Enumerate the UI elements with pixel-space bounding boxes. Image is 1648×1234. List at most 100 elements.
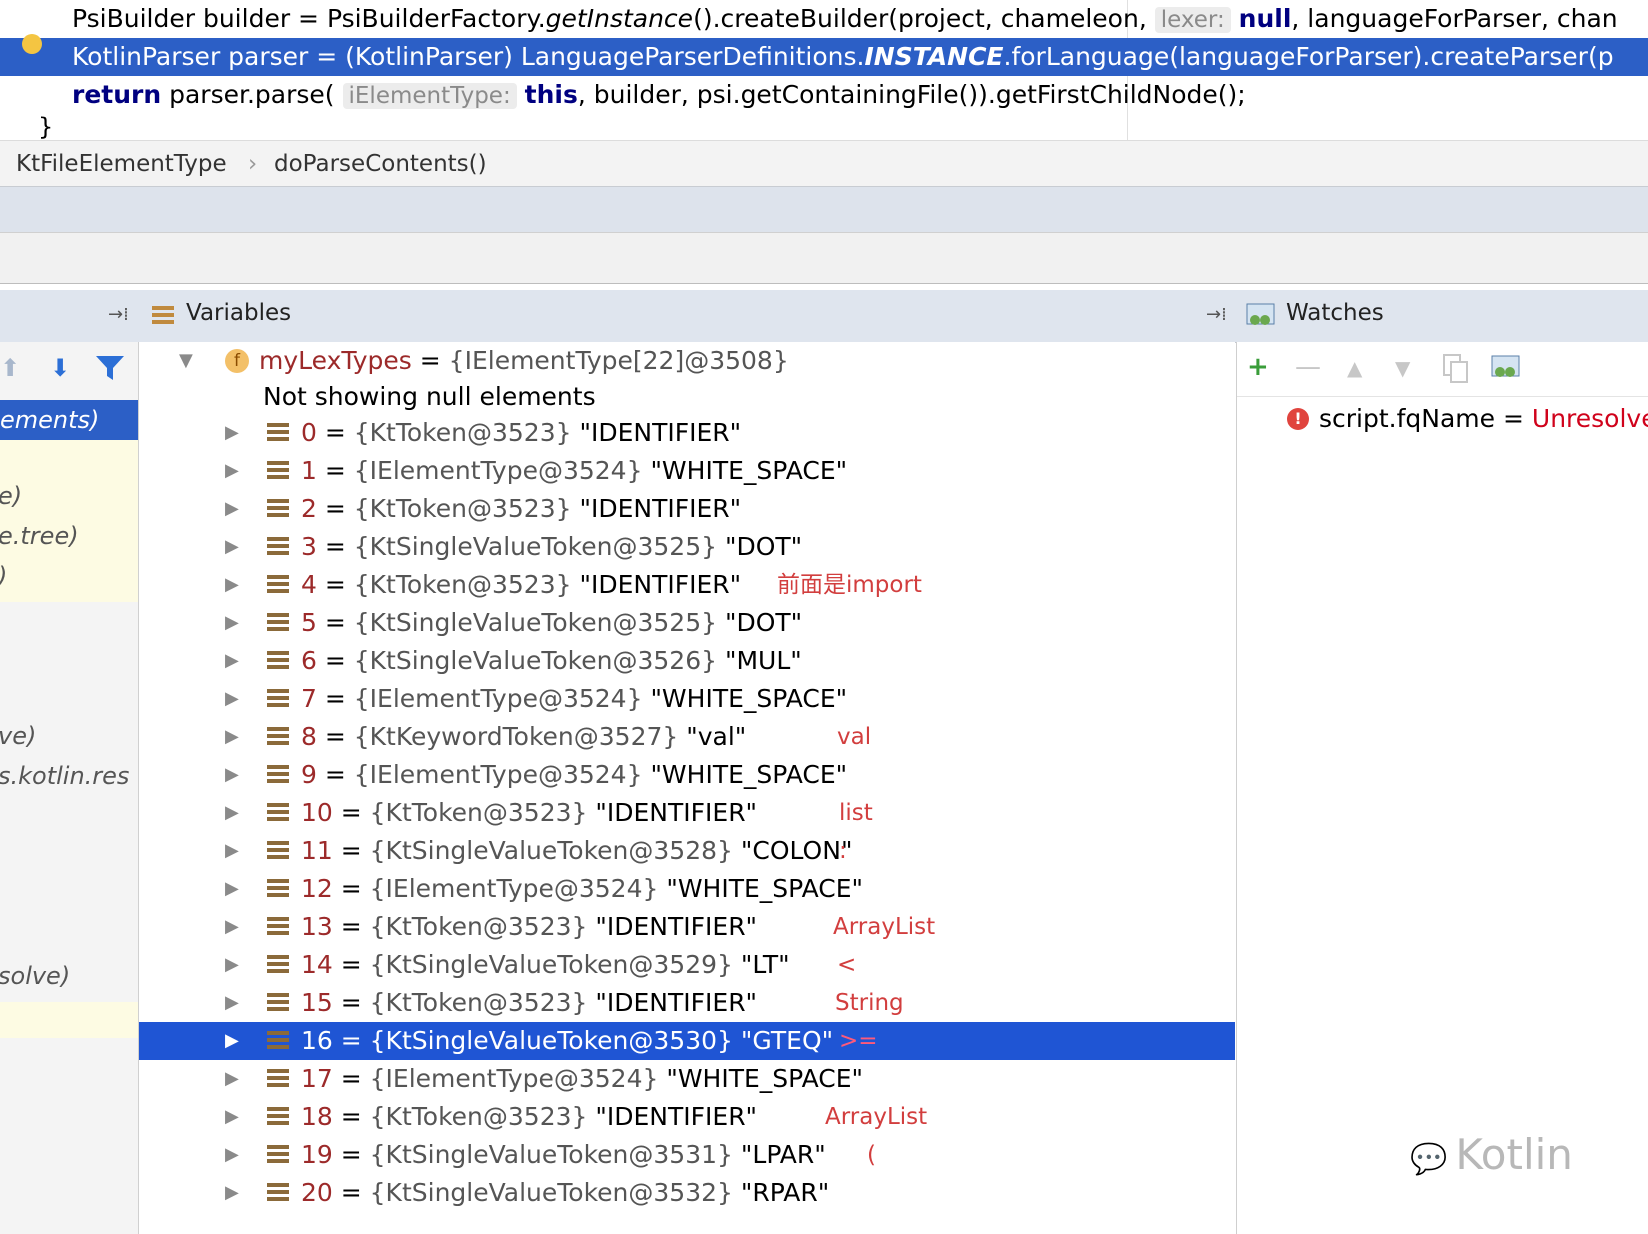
tree-row[interactable]: ▶ 4 = {KtToken@3523} "IDENTIFIER" 前面是impor… [139, 566, 1235, 604]
move-up-icon[interactable]: ▲ [1347, 356, 1362, 380]
code-line-1[interactable]: PsiBuilder builder = PsiBuilderFactory.g… [72, 0, 1618, 38]
row-index: 17 [301, 1064, 333, 1093]
code-text: ().createBuilder(project, chameleon, [693, 4, 1155, 33]
tree-row[interactable]: ▶ 1 = {IElementType@3524} "WHITE_SPACE" [139, 452, 1235, 490]
tree-row[interactable]: ▶ 0 = {KtToken@3523} "IDENTIFIER" [139, 414, 1235, 452]
tree-row[interactable]: ▶ 14 = {KtSingleValueToken@3529} "LT" < [139, 946, 1235, 984]
tree-row[interactable]: ▶ 5 = {KtSingleValueToken@3525} "DOT" [139, 604, 1235, 642]
var-value: {IElementType[22]@3508} [448, 346, 789, 375]
expand-triangle-icon[interactable]: ▶ [225, 870, 239, 908]
expand-triangle-icon[interactable]: ▶ [225, 832, 239, 870]
row-index: 13 [301, 912, 333, 941]
row-value: "WHITE_SPACE" [666, 874, 864, 903]
panel-headers: →⁞ Variables →⁞ Watches [0, 290, 1648, 343]
tree-row[interactable]: ▶ 2 = {KtToken@3523} "IDENTIFIER" [139, 490, 1235, 528]
breadcrumb: KtFileElementType › doParseContents() [0, 140, 1648, 187]
keyword: null [1238, 4, 1292, 33]
code-editor[interactable]: PsiBuilder builder = PsiBuilderFactory.g… [0, 0, 1648, 140]
frame-item[interactable]: s.kotlin.res [0, 762, 129, 790]
var-name: myLexTypes [259, 346, 412, 375]
expand-triangle-icon[interactable]: ▶ [225, 604, 239, 642]
tree-row[interactable]: ▶ 9 = {IElementType@3524} "WHITE_SPACE" [139, 756, 1235, 794]
row-index: 16 [301, 1026, 333, 1055]
expand-triangle-icon[interactable]: ▶ [225, 490, 239, 528]
expand-triangle-icon[interactable]: ▶ [225, 680, 239, 718]
up-arrow-icon[interactable]: ⬆ [0, 354, 20, 382]
tree-row[interactable]: ▶ 19 = {KtSingleValueToken@3531} "LPAR"( [139, 1136, 1235, 1174]
variables-tree[interactable]: ▼ f myLexTypes = {IElementType[22]@3508}… [139, 342, 1235, 1234]
expand-triangle-icon[interactable]: ▶ [225, 756, 239, 794]
tree-row[interactable]: ▶ 11 = {KtSingleValueToken@3528} "COLON": [139, 832, 1235, 870]
pin-icon[interactable]: →⁞ [108, 304, 129, 325]
expand-triangle-icon[interactable]: ▶ [225, 1022, 239, 1060]
expand-triangle-icon[interactable]: ▶ [225, 794, 239, 832]
array-icon [267, 499, 289, 519]
watches-panel: + — ▲ ▼ ! script.fqName = Unresolve [1236, 342, 1648, 1234]
expand-triangle-icon[interactable]: ▶ [225, 414, 239, 452]
row-index: 11 [301, 836, 333, 865]
code-line-4[interactable]: } [38, 112, 53, 140]
tree-row[interactable]: ▶ 15 = {KtToken@3523} "IDENTIFIER" String [139, 984, 1235, 1022]
array-icon [267, 993, 289, 1013]
row-value: "LT" [740, 950, 790, 979]
row-index: 6 [301, 646, 317, 675]
frame-item[interactable]: e.tree) [0, 522, 79, 550]
breadcrumb-method[interactable]: doParseContents() [274, 151, 487, 177]
array-icon [267, 879, 289, 899]
tree-row[interactable]: ▶ 7 = {IElementType@3524} "WHITE_SPACE" [139, 680, 1235, 718]
expand-triangle-icon[interactable]: ▶ [225, 1060, 239, 1098]
frame-item[interactable]: solve) [0, 962, 70, 990]
array-icon [267, 841, 289, 861]
frame-item[interactable]: ve) [0, 722, 36, 750]
expand-triangle-icon[interactable]: ▶ [225, 528, 239, 566]
row-value: "IDENTIFIER" [579, 418, 742, 447]
pin-icon[interactable]: →⁞ [1206, 304, 1227, 325]
row-type: {KtToken@3523} [369, 912, 588, 941]
expand-triangle-icon[interactable]: ▶ [225, 984, 239, 1022]
expand-triangle-icon[interactable]: ▶ [225, 566, 239, 604]
expand-triangle-icon[interactable]: ▶ [225, 1174, 239, 1212]
frames-panel: ⬆ ⬇ ements) e) e.tree) ) ve) s.kotlin.re… [0, 342, 139, 1234]
watches-title: Watches [1286, 300, 1384, 326]
expand-triangle-icon[interactable]: ▶ [225, 642, 239, 680]
lightbulb-icon[interactable] [22, 34, 42, 54]
expand-triangle-icon[interactable]: ▶ [225, 908, 239, 946]
frame-item[interactable]: ) [0, 562, 7, 590]
filter-icon[interactable] [96, 356, 124, 384]
remove-watch-icon[interactable]: — [1295, 352, 1321, 382]
annotation-note: String [835, 990, 904, 1016]
selected-frame[interactable]: ements) [0, 400, 138, 440]
add-watch-icon[interactable]: + [1247, 352, 1269, 382]
tree-row[interactable]: ▶ 10 = {KtToken@3523} "IDENTIFIER" list [139, 794, 1235, 832]
expand-triangle-icon[interactable]: ▶ [225, 452, 239, 490]
expand-triangle-icon[interactable]: ▶ [225, 718, 239, 756]
expand-triangle-icon[interactable]: ▶ [225, 1136, 239, 1174]
frame-item[interactable]: e) [0, 482, 22, 510]
row-index: 8 [301, 722, 317, 751]
tree-row[interactable]: ▶ 17 = {IElementType@3524} "WHITE_SPACE" [139, 1060, 1235, 1098]
row-index: 18 [301, 1102, 333, 1131]
collapse-triangle-icon[interactable]: ▼ [179, 342, 193, 380]
tree-row[interactable]: ▶ 20 = {KtSingleValueToken@3532} "RPAR" [139, 1174, 1235, 1212]
tree-row[interactable]: ▶ 3 = {KtSingleValueToken@3525} "DOT" [139, 528, 1235, 566]
tree-row[interactable]: ▶ 12 = {IElementType@3524} "WHITE_SPACE" [139, 870, 1235, 908]
watch-row[interactable]: script.fqName = Unresolve [1319, 400, 1648, 438]
row-value: "WHITE_SPACE" [650, 760, 848, 789]
code-line-2[interactable]: KotlinParser parser = (KotlinParser) Lan… [72, 38, 1614, 76]
down-arrow-icon[interactable]: ⬇ [50, 354, 70, 382]
expand-triangle-icon[interactable]: ▶ [225, 946, 239, 984]
expand-triangle-icon[interactable]: ▶ [225, 1098, 239, 1136]
tree-row[interactable]: ▶ 18 = {KtToken@3523} "IDENTIFIER" ArrayLi… [139, 1098, 1235, 1136]
tree-root-row[interactable]: ▼ f myLexTypes = {IElementType[22]@3508} [139, 342, 1235, 380]
code-text: INSTANCE [864, 42, 1004, 71]
code-line-3[interactable]: return parser.parse( iElementType: this,… [72, 76, 1246, 114]
tree-row[interactable]: ▶ 8 = {KtKeywordToken@3527} "val" val [139, 718, 1235, 756]
tree-row[interactable]: ▶ 6 = {KtSingleValueToken@3526} "MUL" [139, 642, 1235, 680]
move-down-icon[interactable]: ▼ [1395, 356, 1410, 380]
tree-row[interactable]: ▶ 16 = {KtSingleValueToken@3530} "GTEQ" >= [139, 1022, 1235, 1060]
breadcrumb-class[interactable]: KtFileElementType [16, 151, 227, 177]
tree-row[interactable]: ▶ 13 = {KtToken@3523} "IDENTIFIER" ArrayLi… [139, 908, 1235, 946]
array-icon [267, 537, 289, 557]
copy-icon[interactable] [1443, 354, 1469, 388]
watches-settings-icon[interactable] [1491, 354, 1521, 384]
